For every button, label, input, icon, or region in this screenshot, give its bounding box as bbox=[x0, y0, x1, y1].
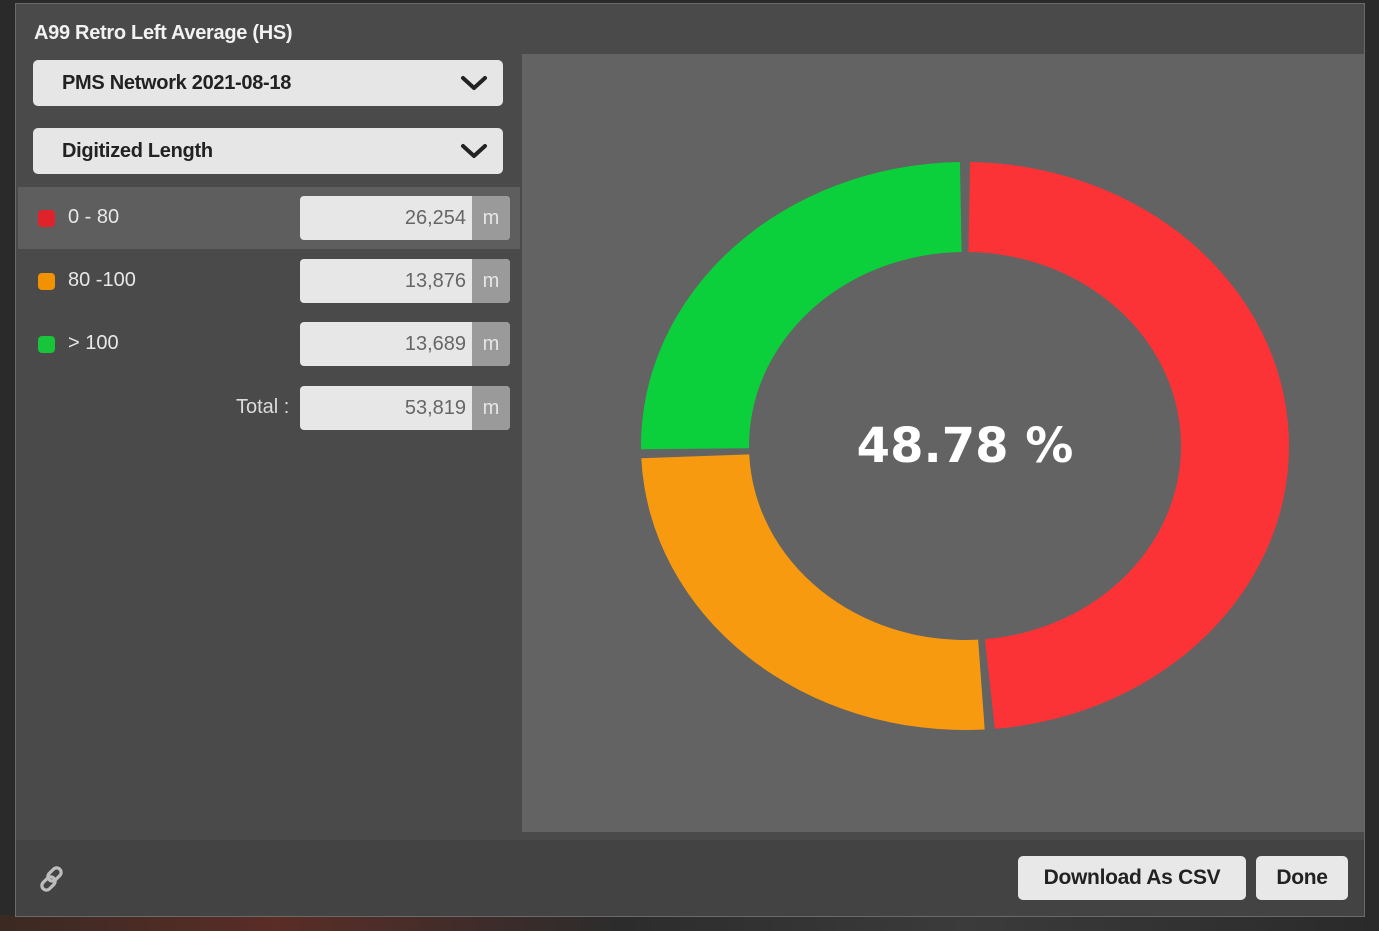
legend-label: > 100 bbox=[68, 332, 119, 354]
legend-row-over-100[interactable]: > 100 13,689 m bbox=[18, 313, 520, 375]
legend-label: 80 -100 bbox=[68, 269, 136, 291]
legend-row-80-100[interactable]: 80 -100 13,876 m bbox=[18, 250, 520, 312]
donut-center-label: 48.78 % bbox=[857, 418, 1074, 474]
total-label: Total : bbox=[236, 396, 290, 418]
unit-label: m bbox=[472, 322, 510, 366]
donut-slice-2[interactable] bbox=[641, 454, 985, 730]
metric-select[interactable]: Digitized Length bbox=[33, 128, 503, 174]
background-strip bbox=[0, 915, 1379, 931]
legend-value-field[interactable]: 26,254 m bbox=[300, 196, 510, 240]
legend-swatch bbox=[38, 210, 55, 227]
total-row: Total : 53,819 m bbox=[18, 376, 520, 438]
link-icon[interactable] bbox=[38, 864, 68, 894]
legend-value: 26,254 bbox=[404, 207, 466, 229]
chevron-down-icon bbox=[461, 76, 487, 90]
donut-chart: 48.78 % bbox=[641, 162, 1289, 730]
total-value-field: 53,819 m bbox=[300, 386, 510, 430]
done-button[interactable]: Done bbox=[1256, 856, 1348, 900]
chart-panel: 48.78 % bbox=[522, 54, 1364, 832]
legend-row-0-80[interactable]: 0 - 80 26,254 m bbox=[18, 187, 520, 249]
unit-label: m bbox=[472, 259, 510, 303]
unit-label: m bbox=[472, 196, 510, 240]
legend-value-field[interactable]: 13,876 m bbox=[300, 259, 510, 303]
total-value: 53,819 bbox=[404, 397, 466, 419]
dialog-footer: Download As CSV Done bbox=[16, 840, 1364, 916]
legend-value: 13,876 bbox=[404, 270, 466, 292]
legend-value: 13,689 bbox=[404, 333, 466, 355]
dataset-select[interactable]: PMS Network 2021-08-18 bbox=[33, 60, 503, 106]
legend-swatch bbox=[38, 336, 55, 353]
legend-swatch bbox=[38, 273, 55, 290]
dialog-title: A99 Retro Left Average (HS) bbox=[34, 22, 293, 44]
legend-label: 0 - 80 bbox=[68, 206, 120, 228]
chart-dialog: A99 Retro Left Average (HS) PMS Network … bbox=[16, 4, 1364, 916]
unit-label: m bbox=[472, 386, 510, 430]
donut-slice-3[interactable] bbox=[641, 162, 962, 450]
chevron-down-icon bbox=[461, 144, 487, 158]
legend-value-field[interactable]: 13,689 m bbox=[300, 322, 510, 366]
metric-select-value: Digitized Length bbox=[62, 139, 213, 162]
dataset-select-value: PMS Network 2021-08-18 bbox=[62, 71, 292, 94]
download-csv-button[interactable]: Download As CSV bbox=[1018, 856, 1246, 900]
